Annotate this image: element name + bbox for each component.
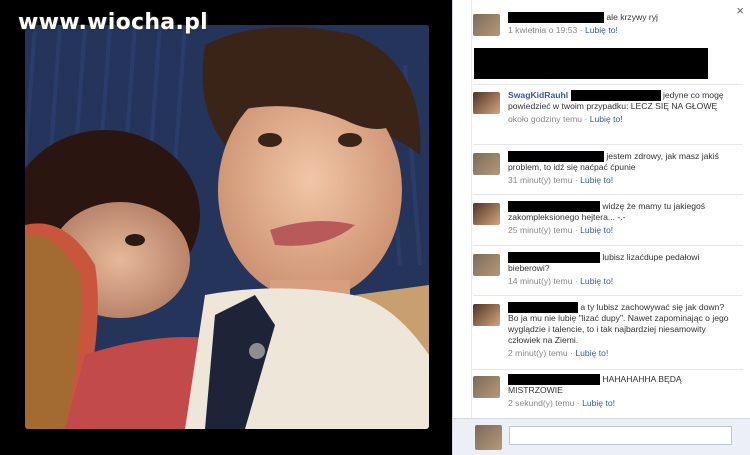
comment-time[interactable]: 31 minut(y) temu	[508, 175, 572, 185]
write-comment-bar	[453, 418, 750, 455]
redacted-author	[570, 90, 661, 101]
like-link[interactable]: Lubię to!	[580, 175, 613, 185]
meta-separator: ·	[574, 225, 578, 235]
close-icon[interactable]: ×	[736, 4, 744, 17]
comment-time[interactable]: 25 minut(y) temu	[508, 225, 572, 235]
scroll-track[interactable]	[471, 0, 472, 418]
avatar[interactable]	[473, 153, 500, 175]
avatar[interactable]	[473, 304, 500, 326]
like-link[interactable]: Lubię to!	[590, 114, 623, 124]
avatar[interactable]	[473, 92, 500, 114]
like-link[interactable]: Lubię to!	[580, 225, 613, 235]
redacted-author	[508, 374, 600, 385]
comments-panel: × ale krzywy ryj 1 kwietnia o 19:53 · Lu…	[452, 0, 750, 455]
avatar[interactable]	[473, 376, 500, 398]
comment-time[interactable]: 2 minut(y) temu	[508, 348, 568, 358]
redacted-author	[508, 151, 604, 162]
divider	[473, 245, 743, 246]
comment-time[interactable]: 1 kwietnia o 19:53	[508, 25, 577, 35]
comment-time[interactable]: około godziny temu	[508, 114, 582, 124]
divider	[473, 144, 743, 145]
redacted-author	[508, 12, 604, 23]
like-link[interactable]: Lubię to!	[580, 276, 613, 286]
redacted-block	[474, 48, 708, 79]
avatar[interactable]	[473, 254, 500, 276]
like-link[interactable]: Lubię to!	[575, 348, 608, 358]
comment-author[interactable]: SwagKidRauhl	[508, 90, 568, 100]
meta-separator: ·	[579, 25, 583, 35]
comment-input[interactable]	[509, 426, 732, 445]
photo-area: www.wiocha.pl	[0, 0, 452, 455]
divider	[473, 369, 743, 370]
meta-separator: ·	[584, 114, 588, 124]
watermark: www.wiocha.pl	[18, 10, 208, 35]
comment-text: ale krzywy ryj	[606, 12, 658, 22]
meta-separator: ·	[574, 175, 578, 185]
like-link[interactable]: Lubię to!	[585, 25, 618, 35]
photo	[25, 25, 429, 429]
divider	[473, 194, 743, 195]
meta-separator: ·	[570, 348, 573, 358]
redacted-author	[508, 201, 600, 212]
divider	[473, 84, 743, 85]
meta-separator: ·	[576, 398, 580, 408]
avatar[interactable]	[473, 14, 500, 36]
divider	[473, 295, 743, 296]
avatar[interactable]	[473, 203, 500, 225]
meta-separator: ·	[574, 276, 578, 286]
redacted-author	[508, 302, 578, 313]
like-link[interactable]: Lubię to!	[582, 398, 615, 408]
comment-time[interactable]: 2 sekund(y) temu	[508, 398, 574, 408]
redacted-author	[508, 252, 600, 263]
photo-image	[25, 25, 429, 429]
avatar[interactable]	[475, 425, 502, 450]
comment-time[interactable]: 14 minut(y) temu	[508, 276, 572, 286]
